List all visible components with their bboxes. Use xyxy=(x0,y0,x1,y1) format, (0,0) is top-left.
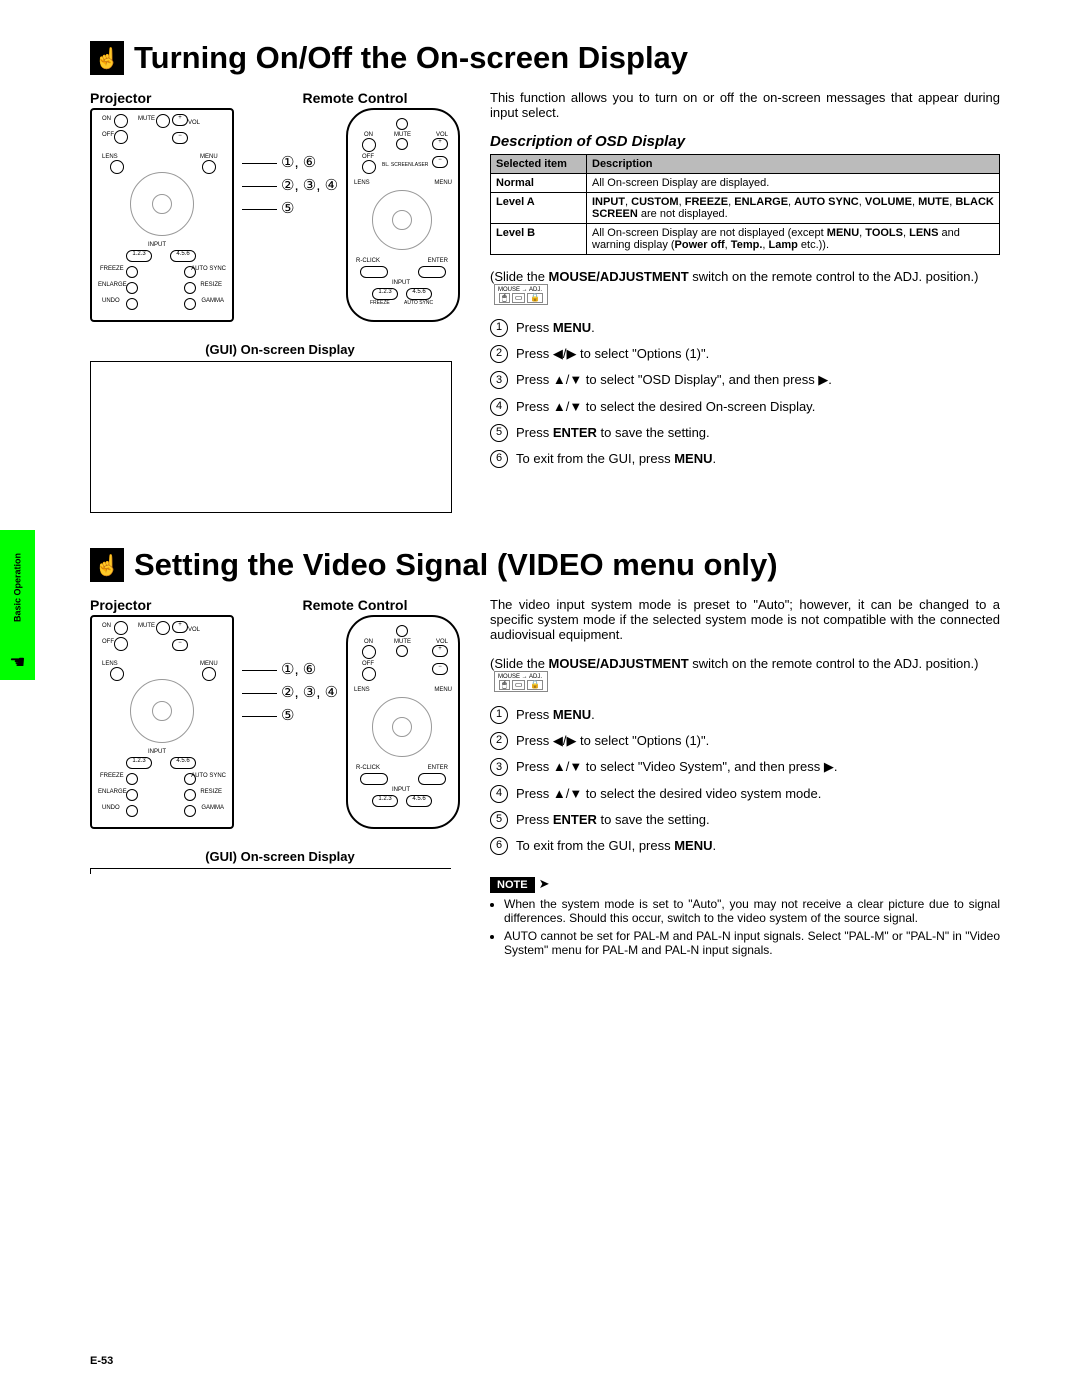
gui-osd-label-2: (GUI) On-screen Display xyxy=(90,849,470,864)
slide-note-1: (Slide the MOUSE/ADJUSTMENT switch on th… xyxy=(490,269,1000,305)
step-4-text: Press ▲/▼ to select the desired On-scree… xyxy=(516,398,1000,416)
projector-label-2: Projector xyxy=(90,597,240,613)
projector-diagram-2: ON MUTE + VOL OFF − LENS MENU INPUT 1.2.… xyxy=(90,615,234,829)
section2-intro: The video input system mode is preset to… xyxy=(490,597,1000,642)
step-marker-5: 5 xyxy=(490,424,508,442)
device-diagram: ON MUTE + VOL OFF − LENS MENU INPUT 1.2.… xyxy=(90,108,460,328)
remote-diagram: ON MUTE VOL + OFF − BL. SCREEN LASER LEN… xyxy=(346,108,460,322)
side-tab-hand-icon: ☚ xyxy=(0,645,35,680)
step-marker-2: 2 xyxy=(490,345,508,363)
remote-diagram-2: ON MUTE VOL + OFF − LENS MENU R-CLICK EN… xyxy=(346,615,460,829)
side-tab-label: Basic Operation xyxy=(0,530,35,645)
step-2-text: Press ◀/▶ to select "Options (1)". xyxy=(516,345,1000,363)
hand-icon: ☝ xyxy=(90,41,124,75)
step2-marker-1: 1 xyxy=(490,706,508,724)
projector-label: Projector xyxy=(90,90,240,106)
section2-notes: When the system mode is set to "Auto", y… xyxy=(490,897,1000,957)
step-6-text: To exit from the GUI, press MENU. xyxy=(516,450,1000,468)
projector-diagram: ON MUTE + VOL OFF − LENS MENU INPUT 1.2.… xyxy=(90,108,234,322)
osd-row-levelb-desc: All On-screen Display are not displayed … xyxy=(587,224,1000,255)
page-number: E-53 xyxy=(90,1355,113,1367)
section2-title-text: Setting the Video Signal (VIDEO menu onl… xyxy=(134,547,778,583)
remote-label-2: Remote Control xyxy=(240,597,470,613)
diagram-callouts: ①, ⑥ ②, ③, ④ ⑤ xyxy=(242,108,346,328)
section1-title: ☝ Turning On/Off the On-screen Display xyxy=(90,40,1000,76)
step-3-text: Press ▲/▼ to select "OSD Display", and t… xyxy=(516,371,1000,389)
step-marker-4: 4 xyxy=(490,398,508,416)
osd-th-item: Selected item xyxy=(491,155,587,174)
note-1: When the system mode is set to "Auto", y… xyxy=(504,897,1000,925)
slide-note-2: (Slide the MOUSE/ADJUSTMENT switch on th… xyxy=(490,656,1000,692)
hand-icon: ☝ xyxy=(90,548,124,582)
side-tab: Basic Operation ☚ xyxy=(0,530,35,680)
step-marker-1: 1 xyxy=(490,319,508,337)
gui-osd-box-2 xyxy=(90,868,451,874)
step-marker-6: 6 xyxy=(490,450,508,468)
step2-marker-5: 5 xyxy=(490,811,508,829)
device-diagram-2: ON MUTE + VOL OFF − LENS MENU INPUT 1.2.… xyxy=(90,615,460,835)
remote-label: Remote Control xyxy=(240,90,470,106)
section1-steps: 1 Press MENU. 2 Press ◀/▶ to select "Optio… xyxy=(490,319,1000,468)
step2-marker-2: 2 xyxy=(490,732,508,750)
gui-osd-box xyxy=(90,361,452,513)
osd-row-levela-desc: INPUT, CUSTOM, FREEZE, ENLARGE, AUTO SYN… xyxy=(587,193,1000,224)
desc-title: Description of OSD Display xyxy=(490,133,1000,150)
osd-row-normal-desc: All On-screen Display are displayed. xyxy=(587,174,1000,193)
osd-row-normal: Normal xyxy=(491,174,587,193)
gui-osd-label: (GUI) On-screen Display xyxy=(90,342,470,357)
step2-marker-6: 6 xyxy=(490,837,508,855)
osd-row-levela: Level A xyxy=(491,193,587,224)
osd-table: Selected item Description Normal All On-… xyxy=(490,154,1000,255)
note-label: NOTE xyxy=(490,877,535,893)
section2-steps: 1Press MENU. 2Press ◀/▶ to select "Optio… xyxy=(490,706,1000,855)
osd-row-levelb: Level B xyxy=(491,224,587,255)
diagram-callouts-2: ①, ⑥ ②, ③, ④ ⑤ xyxy=(242,615,346,835)
mouse-adj-icon: MOUSE → ADJ. 🖱▭🔒 xyxy=(494,671,548,692)
osd-th-desc: Description xyxy=(587,155,1000,174)
step-marker-3: 3 xyxy=(490,371,508,389)
step-1-text: Press MENU. xyxy=(516,319,1000,337)
section2-title: ☝ Setting the Video Signal (VIDEO menu o… xyxy=(90,547,1000,583)
note-arrow-icon: ➤ xyxy=(539,876,550,891)
section1-intro: This function allows you to turn on or o… xyxy=(490,90,1000,120)
mouse-adj-icon: MOUSE → ADJ. 🖱▭🔒 xyxy=(494,284,548,305)
step-5-text: Press ENTER to save the setting. xyxy=(516,424,1000,442)
note-2: AUTO cannot be set for PAL-M and PAL-N i… xyxy=(504,929,1000,957)
section1-title-text: Turning On/Off the On-screen Display xyxy=(134,40,688,76)
step2-marker-4: 4 xyxy=(490,785,508,803)
step2-marker-3: 3 xyxy=(490,758,508,776)
